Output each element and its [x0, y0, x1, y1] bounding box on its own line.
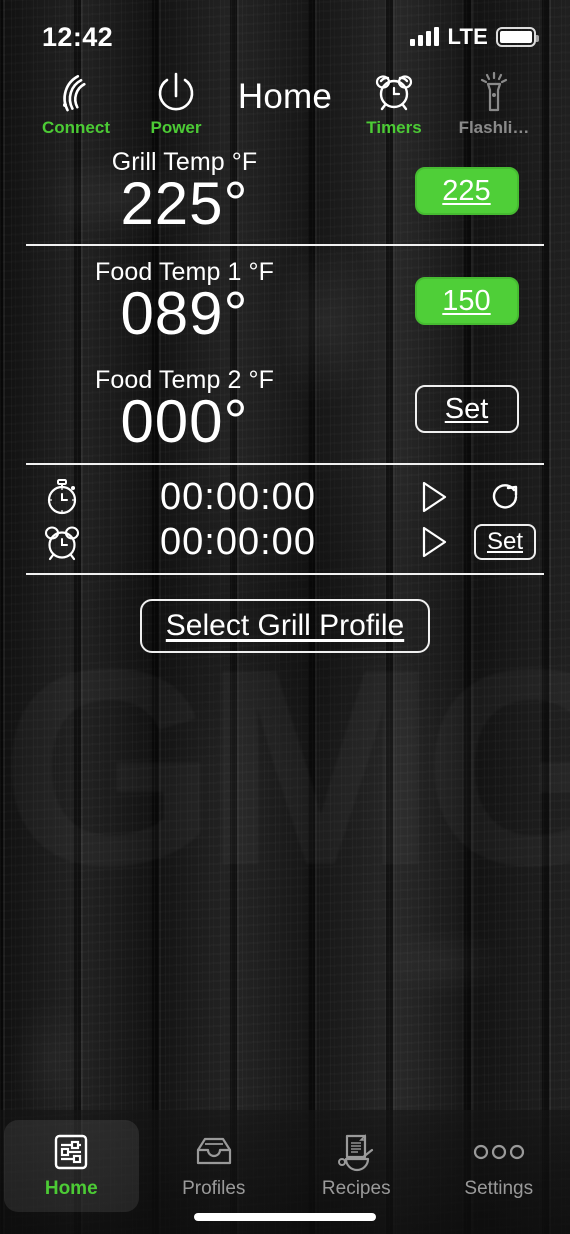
bottom-tab-bar: Home Profiles Recipes Settings	[0, 1110, 570, 1234]
food-temp-2-set-button[interactable]: Set	[414, 385, 519, 434]
grill-temp-value: 225°	[120, 170, 249, 237]
stopwatch-time-value: 00:00:00	[160, 475, 316, 518]
stopwatch-icon	[26, 476, 98, 518]
toolbar-label-power: Power	[150, 117, 202, 137]
top-toolbar: Connect Power Home Timers Flashli…	[0, 62, 570, 144]
sliders-icon	[51, 1130, 91, 1174]
timers-section: 00:00:00 00:00:00 Set	[0, 465, 570, 573]
ellipsis-icon	[471, 1130, 527, 1174]
status-bar: 12:42 LTE	[0, 0, 570, 62]
toolbar-item-power[interactable]: Power	[126, 69, 226, 138]
toolbar-label-flashlight: Flashli…	[458, 117, 530, 137]
food-temp-1-value: 089°	[120, 280, 249, 348]
toolbar-item-flashlight[interactable]: Flashli…	[444, 69, 544, 138]
alarm-clock-icon	[371, 69, 417, 115]
tab-label-recipes: Recipes	[321, 1178, 391, 1199]
toolbar-label-timers: Timers	[366, 117, 422, 137]
network-type-label: LTE	[447, 24, 488, 49]
tab-settings[interactable]: Settings	[432, 1120, 567, 1212]
tab-profiles[interactable]: Profiles	[147, 1120, 282, 1212]
toolbar-label-connect: Connect	[42, 117, 110, 137]
app-root: 12:42 LTE Connect Power Home Timers Flas…	[0, 0, 570, 1234]
stopwatch-reset-button[interactable]	[466, 479, 544, 515]
wifi-icon	[53, 69, 99, 115]
tray-icon	[192, 1130, 236, 1174]
alarm-time-value: 00:00:00	[160, 520, 316, 563]
food-temp-2-row: Food Temp 2 °F 000° Set	[0, 352, 570, 462]
alarm-set-button[interactable]: Set	[473, 524, 537, 561]
recipe-icon	[334, 1130, 378, 1174]
alarm-clock-icon	[26, 521, 98, 563]
power-icon	[153, 69, 199, 115]
battery-full-icon	[496, 27, 539, 47]
food-temp-1-row: Food Temp 1 °F 089° 150	[0, 246, 570, 352]
food-temp-2-value: 000°	[120, 388, 249, 456]
food-temp-1-target-button[interactable]: 150	[414, 277, 519, 326]
food-temp-2-readout: Food Temp 2 °F 000°	[26, 366, 389, 452]
food-temp-1-readout: Food Temp 1 °F 089°	[26, 258, 389, 344]
flashlight-icon	[474, 69, 514, 115]
grill-temp-row: Grill Temp °F 225° 225	[0, 144, 570, 244]
tab-label-home: Home	[44, 1178, 98, 1199]
status-bar-time: 12:42	[42, 21, 114, 52]
grill-temp-target-button[interactable]: 225	[414, 167, 519, 216]
signal-bars-icon	[410, 27, 440, 46]
stopwatch-play-button[interactable]	[402, 478, 466, 516]
tab-recipes[interactable]: Recipes	[289, 1120, 424, 1212]
toolbar-item-timers[interactable]: Timers	[344, 69, 444, 138]
home-indicator	[194, 1213, 376, 1221]
alarm-play-button[interactable]	[402, 523, 466, 561]
status-bar-indicators: LTE	[410, 24, 539, 50]
tab-home[interactable]: Home	[4, 1120, 139, 1212]
tab-label-settings: Settings	[464, 1178, 534, 1199]
page-title: Home	[237, 77, 333, 116]
select-grill-profile-button[interactable]: Select Grill Profile	[139, 598, 431, 653]
stopwatch-timer-row: 00:00:00	[26, 475, 544, 520]
alarm-timer-row: 00:00:00 Set	[26, 520, 544, 565]
grill-temp-readout: Grill Temp °F 225°	[26, 148, 389, 234]
toolbar-item-connect[interactable]: Connect	[26, 69, 126, 138]
tab-label-profiles: Profiles	[182, 1178, 246, 1199]
